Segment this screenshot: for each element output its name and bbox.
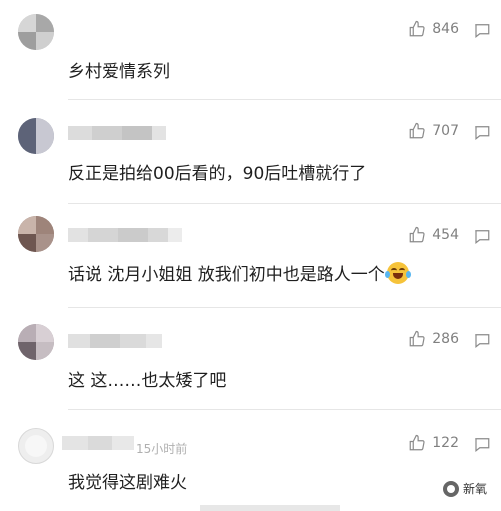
comment-item: 286 这 这……也太矮了吧 [0, 308, 501, 410]
comment-item: 846 乡村爱情系列 [0, 0, 501, 100]
avatar[interactable] [18, 428, 54, 464]
timestamp: 15小时前 [136, 442, 188, 456]
username-blurred[interactable] [68, 126, 166, 140]
username-blurred[interactable] [68, 228, 182, 242]
comment-icon[interactable] [473, 123, 491, 141]
like-count: 846 [432, 21, 459, 37]
like-count: 707 [432, 123, 459, 139]
comment-icon[interactable] [473, 435, 491, 453]
like-count: 122 [432, 435, 459, 451]
laughing-tears-emoji-icon [384, 262, 411, 284]
thumbs-up-icon [409, 226, 425, 243]
avatar[interactable] [18, 14, 54, 50]
watermark: 新氧 [442, 480, 487, 497]
comment-icon[interactable] [473, 331, 491, 349]
like-button[interactable]: 454 [408, 226, 459, 244]
like-count: 286 [432, 331, 459, 347]
comment-item: 15小时前 122 我觉得这剧难火 [0, 410, 501, 511]
blurred-watermark-text [200, 505, 340, 511]
comment-text-row: 话说 沈月小姐姐 放我们初中也是路人一个 [68, 260, 411, 285]
like-button[interactable]: 286 [408, 330, 459, 348]
like-button[interactable]: 122 [408, 434, 459, 452]
username-blurred[interactable] [62, 436, 134, 450]
thumbs-up-icon [409, 20, 425, 37]
like-button[interactable]: 846 [408, 20, 459, 38]
comment-text: 我觉得这剧难火 [68, 473, 187, 493]
username-blurred[interactable] [68, 334, 162, 348]
thumbs-up-icon [409, 122, 425, 139]
comment-item: 707 反正是拍给00后看的，90后吐槽就行了 [0, 100, 501, 204]
like-button[interactable]: 707 [408, 122, 459, 140]
avatar[interactable] [18, 118, 54, 154]
thumbs-up-icon [409, 434, 425, 451]
comment-text: 反正是拍给00后看的，90后吐槽就行了 [68, 164, 367, 184]
comment-icon[interactable] [473, 227, 491, 245]
comment-icon[interactable] [473, 21, 491, 39]
like-count: 454 [432, 227, 459, 243]
avatar[interactable] [18, 324, 54, 360]
watermark-label: 新氧 [462, 482, 487, 496]
comment-text: 这 这……也太矮了吧 [68, 371, 227, 391]
avatar[interactable] [18, 216, 54, 252]
comment-text: 乡村爱情系列 [68, 62, 170, 82]
comment-item: 454 话说 沈月小姐姐 放我们初中也是路人一个 [0, 204, 501, 308]
wechat-logo-icon [442, 480, 459, 497]
thumbs-up-icon [409, 330, 425, 347]
comment-text: 话说 沈月小姐姐 放我们初中也是路人一个 [68, 265, 385, 285]
